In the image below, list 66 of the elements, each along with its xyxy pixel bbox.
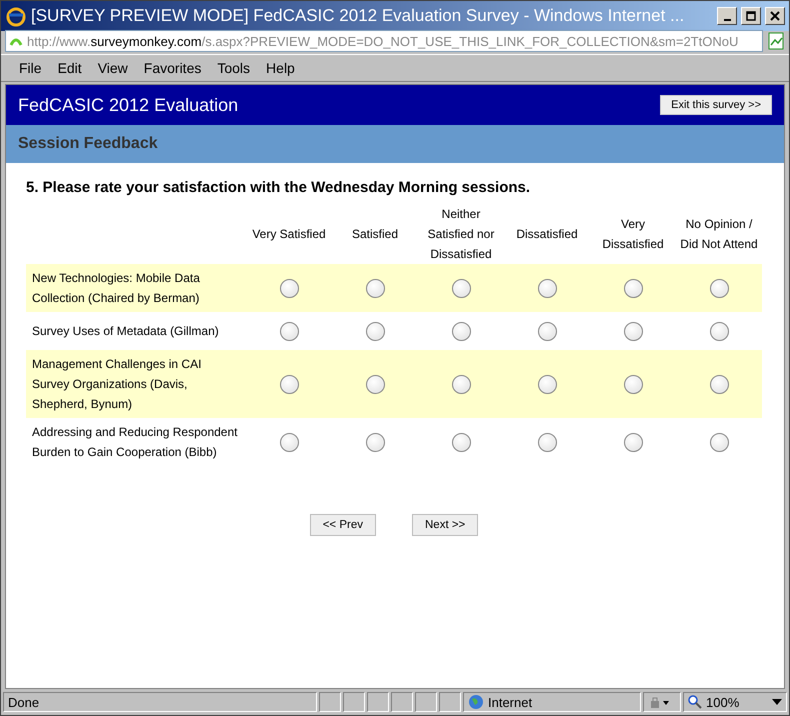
radio-button[interactable] (624, 374, 642, 394)
menu-item[interactable]: Help (258, 60, 303, 76)
radio-button[interactable] (452, 374, 470, 394)
radio-button[interactable] (624, 432, 642, 452)
status-pane (415, 692, 437, 712)
menu-item[interactable]: Favorites (136, 60, 210, 76)
column-header: Very Satisfied (251, 226, 327, 243)
radio-button[interactable] (452, 322, 470, 340)
radio-button[interactable] (710, 322, 728, 340)
window-title: [SURVEY PREVIEW MODE] FedCASIC 2012 Evaluation Survey - Windows Internet ... (31, 6, 686, 26)
radio-button[interactable] (366, 432, 384, 452)
close-icon (770, 11, 780, 21)
column-header: Dissatisfied (515, 226, 579, 243)
radio-button[interactable] (366, 322, 384, 340)
radio-button[interactable] (538, 322, 556, 340)
section-title: Session Feedback (18, 135, 158, 153)
radio-button[interactable] (538, 278, 556, 298)
question-text: 5. Please rate your satisfaction with the Wednesday Morning sessions. (26, 179, 532, 196)
radio-button[interactable] (366, 278, 384, 298)
column-header: Neither Satisfied nor Dissatisfied (426, 206, 496, 263)
minimize-icon (724, 19, 730, 21)
radio-button[interactable] (538, 432, 556, 452)
maximize-button[interactable] (741, 7, 761, 25)
radio-button[interactable] (710, 374, 728, 394)
address-field[interactable]: http://www.surveymonkey.com/s.aspx?PREVIEW_MODE=DO_NOT_USE_THIS_LINK_FOR_COLLECTION&sm=2TtONoU (5, 30, 763, 52)
status-pane (367, 692, 389, 712)
radio-button[interactable] (280, 322, 298, 340)
radio-button[interactable] (366, 374, 384, 394)
radio-button[interactable] (710, 432, 728, 452)
radio-button[interactable] (280, 374, 298, 394)
browser-logo-icon (5, 5, 27, 27)
radio-button[interactable] (624, 278, 642, 298)
radio-button[interactable] (452, 278, 470, 298)
menu-item[interactable]: Edit (50, 60, 90, 76)
radio-button[interactable] (538, 374, 556, 394)
radio-button[interactable] (624, 322, 642, 340)
minimize-button[interactable] (717, 7, 737, 25)
column-header: No Opinion / Did Not Attend (679, 216, 759, 253)
radio-button[interactable] (710, 278, 728, 298)
row-label: Management Challenges in CAI Survey Organizations (Davis, Shepherd, Bynum) (26, 350, 246, 418)
radio-button[interactable] (452, 432, 470, 452)
status-text: Done (8, 694, 40, 710)
close-button[interactable] (765, 7, 785, 25)
dropdown-caret-icon[interactable] (772, 699, 782, 705)
row-label: New Technologies: Mobile Data Collection (Chaired by Berman) (26, 264, 246, 312)
column-header: Very Dissatisfied (601, 216, 665, 253)
survey-title: FedCASIC 2012 Evaluation (18, 94, 238, 116)
prev-button[interactable]: << Prev (310, 514, 376, 536)
menu-item[interactable]: View (90, 60, 136, 76)
status-pane (319, 692, 341, 712)
radio-button[interactable] (280, 432, 298, 452)
exit-survey-button[interactable]: Exit this survey >> (660, 95, 772, 115)
globe-icon (468, 694, 484, 710)
menu-item[interactable]: File (11, 60, 50, 76)
status-pane (391, 692, 413, 712)
status-pane (439, 692, 461, 712)
zoom-icon[interactable] (688, 695, 702, 709)
lock-icon[interactable] (648, 695, 670, 709)
zone-text: Internet (488, 694, 532, 710)
column-header: Satisfied (350, 226, 400, 243)
compatibility-icon[interactable] (767, 32, 785, 50)
radio-button[interactable] (280, 278, 298, 298)
next-button[interactable]: Next >> (412, 514, 478, 536)
menu-item[interactable]: Tools (209, 60, 258, 76)
maximize-icon (746, 11, 756, 21)
status-pane (343, 692, 365, 712)
